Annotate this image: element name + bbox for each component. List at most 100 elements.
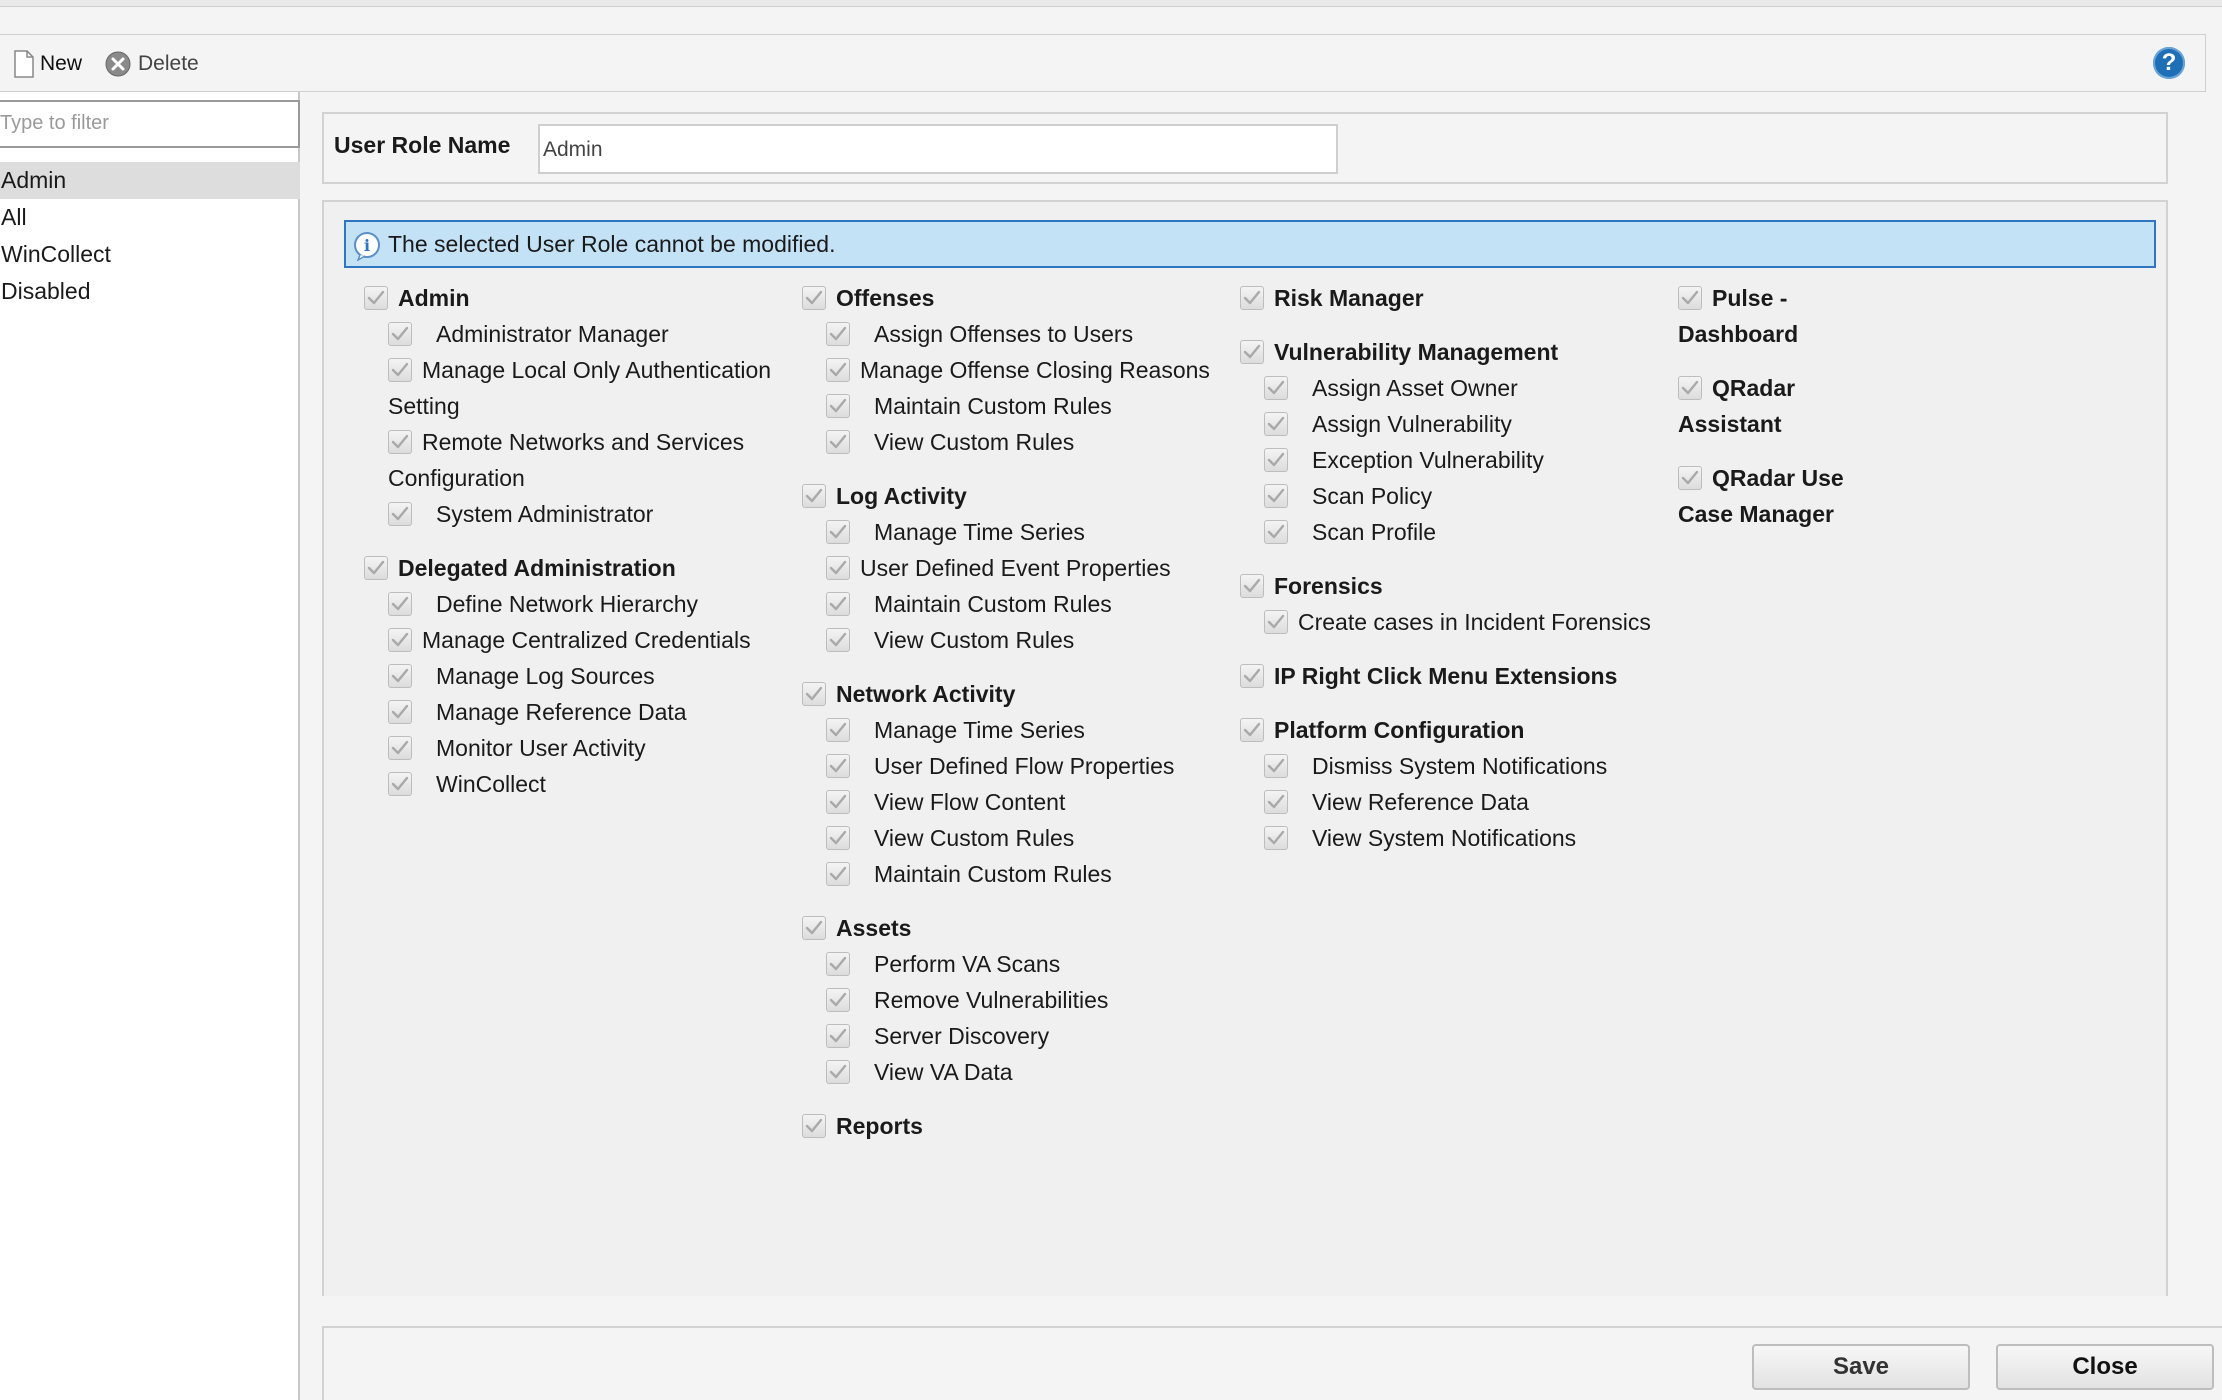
permission-item[interactable]: Create cases in Incident Forensics: [1264, 604, 1670, 640]
save-button[interactable]: Save: [1752, 1344, 1970, 1390]
checkbox[interactable]: [1240, 340, 1264, 364]
permission-item[interactable]: Manage Centralized Credentials: [388, 622, 794, 658]
permission-item[interactable]: User Defined Flow Properties: [826, 748, 1232, 784]
permission-item[interactable]: View Custom Rules: [826, 820, 1232, 856]
checkbox[interactable]: [826, 988, 850, 1012]
permission-item[interactable]: Dismiss System Notifications: [1264, 748, 1670, 784]
permission-item[interactable]: Assign Vulnerability: [1264, 406, 1670, 442]
permission-item[interactable]: View Custom Rules: [826, 622, 1232, 658]
delete-button[interactable]: Delete: [104, 49, 199, 79]
role-name-input[interactable]: Admin: [538, 124, 1338, 174]
checkbox[interactable]: [1264, 610, 1288, 634]
checkbox[interactable]: [1264, 520, 1288, 544]
permission-item[interactable]: Manage Log Sources: [388, 658, 794, 694]
checkbox[interactable]: [826, 1060, 850, 1084]
permission-group-header[interactable]: Assets: [802, 910, 1232, 946]
permission-item[interactable]: View System Notifications: [1264, 820, 1670, 856]
permission-group-header[interactable]: Reports: [802, 1108, 1232, 1144]
permission-item[interactable]: Manage Offense Closing Reasons: [826, 352, 1232, 388]
checkbox[interactable]: [1264, 790, 1288, 814]
permission-item[interactable]: Monitor User Activity: [388, 730, 794, 766]
checkbox[interactable]: [388, 664, 412, 688]
permission-item[interactable]: Assign Offenses to Users: [826, 316, 1232, 352]
checkbox[interactable]: [388, 322, 412, 346]
checkbox[interactable]: [826, 628, 850, 652]
permission-item[interactable]: Manage Local Only Authentication Setting: [388, 352, 794, 424]
checkbox[interactable]: [1678, 376, 1702, 400]
checkbox[interactable]: [826, 826, 850, 850]
checkbox[interactable]: [826, 1024, 850, 1048]
permission-item[interactable]: Exception Vulnerability: [1264, 442, 1670, 478]
permission-group-header[interactable]: Vulnerability Management: [1240, 334, 1670, 370]
role-item-admin[interactable]: Admin: [0, 162, 300, 199]
checkbox[interactable]: [1678, 286, 1702, 310]
permission-item[interactable]: View Reference Data: [1264, 784, 1670, 820]
permission-item[interactable]: Maintain Custom Rules: [826, 586, 1232, 622]
checkbox[interactable]: [388, 502, 412, 526]
checkbox[interactable]: [1264, 412, 1288, 436]
checkbox[interactable]: [1240, 664, 1264, 688]
permission-item[interactable]: Remote Networks and Services Configurati…: [388, 424, 794, 496]
checkbox[interactable]: [364, 556, 388, 580]
checkbox[interactable]: [802, 682, 826, 706]
checkbox[interactable]: [388, 430, 412, 454]
checkbox[interactable]: [826, 754, 850, 778]
permission-item[interactable]: Assign Asset Owner: [1264, 370, 1670, 406]
checkbox[interactable]: [1240, 718, 1264, 742]
checkbox[interactable]: [826, 520, 850, 544]
permission-item[interactable]: Scan Profile: [1264, 514, 1670, 550]
role-item-disabled[interactable]: Disabled: [0, 273, 300, 310]
checkbox[interactable]: [802, 1114, 826, 1138]
checkbox[interactable]: [826, 718, 850, 742]
checkbox[interactable]: [802, 484, 826, 508]
permission-group-header[interactable]: Offenses: [802, 280, 1232, 316]
checkbox[interactable]: [1678, 466, 1702, 490]
checkbox[interactable]: [1264, 448, 1288, 472]
permission-item[interactable]: Manage Reference Data: [388, 694, 794, 730]
checkbox[interactable]: [826, 592, 850, 616]
permission-item[interactable]: System Administrator: [388, 496, 794, 532]
permission-item[interactable]: Remove Vulnerabilities: [826, 982, 1232, 1018]
permission-item[interactable]: Perform VA Scans: [826, 946, 1232, 982]
checkbox[interactable]: [1264, 484, 1288, 508]
checkbox[interactable]: [388, 736, 412, 760]
permission-group-header[interactable]: IP Right Click Menu Extensions: [1240, 658, 1670, 694]
permission-group-header[interactable]: QRadar Use Case Manager: [1678, 460, 1858, 532]
filter-input[interactable]: Type to filter: [0, 100, 300, 148]
permission-item[interactable]: Administrator Manager: [388, 316, 794, 352]
checkbox[interactable]: [1264, 826, 1288, 850]
checkbox[interactable]: [802, 286, 826, 310]
checkbox[interactable]: [1264, 754, 1288, 778]
permission-item[interactable]: View Flow Content: [826, 784, 1232, 820]
checkbox[interactable]: [826, 430, 850, 454]
checkbox[interactable]: [826, 952, 850, 976]
checkbox[interactable]: [1240, 286, 1264, 310]
checkbox[interactable]: [388, 592, 412, 616]
checkbox[interactable]: [826, 862, 850, 886]
checkbox[interactable]: [826, 394, 850, 418]
permission-group-header[interactable]: Delegated Administration: [364, 550, 794, 586]
checkbox[interactable]: [1264, 376, 1288, 400]
permission-group-header[interactable]: Platform Configuration: [1240, 712, 1670, 748]
permission-item[interactable]: Manage Time Series: [826, 712, 1232, 748]
checkbox[interactable]: [388, 628, 412, 652]
permission-group-header[interactable]: Network Activity: [802, 676, 1232, 712]
help-icon[interactable]: ?: [2153, 47, 2185, 79]
checkbox[interactable]: [388, 700, 412, 724]
permission-item[interactable]: Define Network Hierarchy: [388, 586, 794, 622]
checkbox[interactable]: [388, 772, 412, 796]
checkbox[interactable]: [364, 286, 388, 310]
permission-group-header[interactable]: Admin: [364, 280, 794, 316]
checkbox[interactable]: [826, 790, 850, 814]
permission-item[interactable]: View VA Data: [826, 1054, 1232, 1090]
checkbox[interactable]: [388, 358, 412, 382]
checkbox[interactable]: [826, 556, 850, 580]
permission-item[interactable]: Server Discovery: [826, 1018, 1232, 1054]
permission-group-header[interactable]: Pulse - Dashboard: [1678, 280, 1858, 352]
permission-item[interactable]: User Defined Event Properties: [826, 550, 1232, 586]
permission-item[interactable]: View Custom Rules: [826, 424, 1232, 460]
permission-item[interactable]: Manage Time Series: [826, 514, 1232, 550]
permission-group-header[interactable]: QRadar Assistant: [1678, 370, 1858, 442]
permission-group-header[interactable]: Risk Manager: [1240, 280, 1670, 316]
permission-group-header[interactable]: Log Activity: [802, 478, 1232, 514]
